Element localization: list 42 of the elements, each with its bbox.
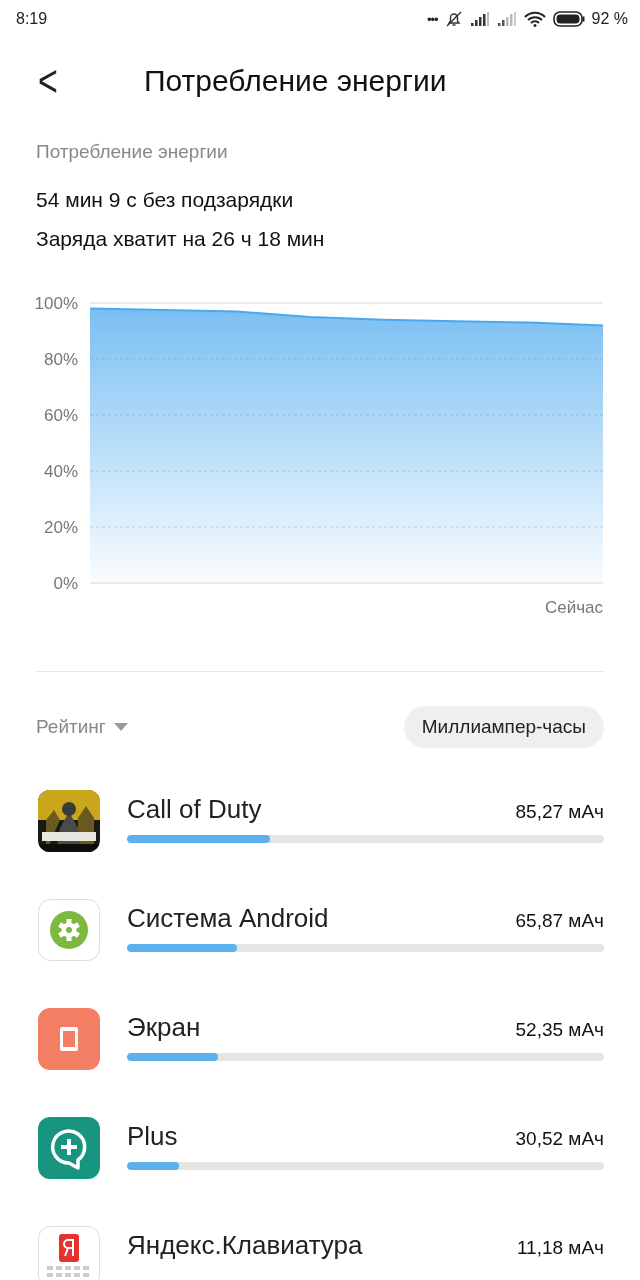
notification-dots: ••• [426, 11, 438, 27]
app-name: Система Android [127, 903, 329, 934]
app-row[interactable]: Экран 52,35 мАч [0, 989, 640, 1098]
chat-plus-icon [38, 1117, 100, 1179]
muted-bell-icon [444, 10, 463, 28]
axis-label: 0% [53, 574, 78, 593]
app-name: Call of Duty [127, 794, 262, 825]
keyboard-icon [38, 1226, 100, 1280]
axis-label: 80% [43, 350, 78, 369]
unit-button[interactable]: Миллиампер-часы [403, 706, 604, 748]
signal-icon [469, 12, 490, 26]
battery-icon [552, 11, 585, 27]
app-name: Plus [127, 1121, 178, 1152]
axis-label: 100% [34, 294, 78, 313]
gear-icon [38, 899, 100, 961]
axis-label: 20% [43, 518, 78, 537]
axis-label: Сейчас [544, 598, 603, 617]
axis-label: 60% [43, 406, 78, 425]
sort-dropdown[interactable]: Рейтинг [36, 716, 128, 738]
section-caption: Потребление энергии [36, 141, 229, 163]
summary-text: 54 мин 9 с без подзарядки [36, 188, 295, 212]
phone-screen-icon [38, 1008, 100, 1070]
caret-icon [113, 723, 128, 731]
app-row[interactable]: Call of Duty 85,27 мАч [0, 771, 640, 880]
usage-value: 65,87 мАч [515, 910, 604, 932]
usage-value: 85,27 мАч [515, 801, 604, 823]
usage-value: 11,18 мАч [516, 1237, 604, 1259]
signal-icon [496, 12, 517, 26]
clock: 8:19 [16, 10, 48, 28]
app-name: Яндекс.Клавиатура [127, 1230, 363, 1261]
battery-percent: 92 % [591, 10, 628, 28]
app-row[interactable]: Яндекс.Клавиатура 11,18 мАч [0, 1207, 640, 1280]
wifi-icon [523, 11, 546, 27]
screen-title: Потребление энергии [144, 64, 447, 98]
summary-text: Заряда хватит на 26 ч 18 мин [36, 227, 326, 251]
app-row[interactable]: Система Android 65,87 мАч [0, 880, 640, 989]
usage-value: 52,35 мАч [515, 1019, 604, 1041]
app-row[interactable]: Plus 30,52 мАч [0, 1098, 640, 1207]
usage-value: 30,52 мАч [515, 1128, 604, 1150]
axis-label: 40% [43, 462, 78, 481]
app-name: Экран [127, 1012, 201, 1043]
back-button[interactable]: < [30, 55, 66, 107]
